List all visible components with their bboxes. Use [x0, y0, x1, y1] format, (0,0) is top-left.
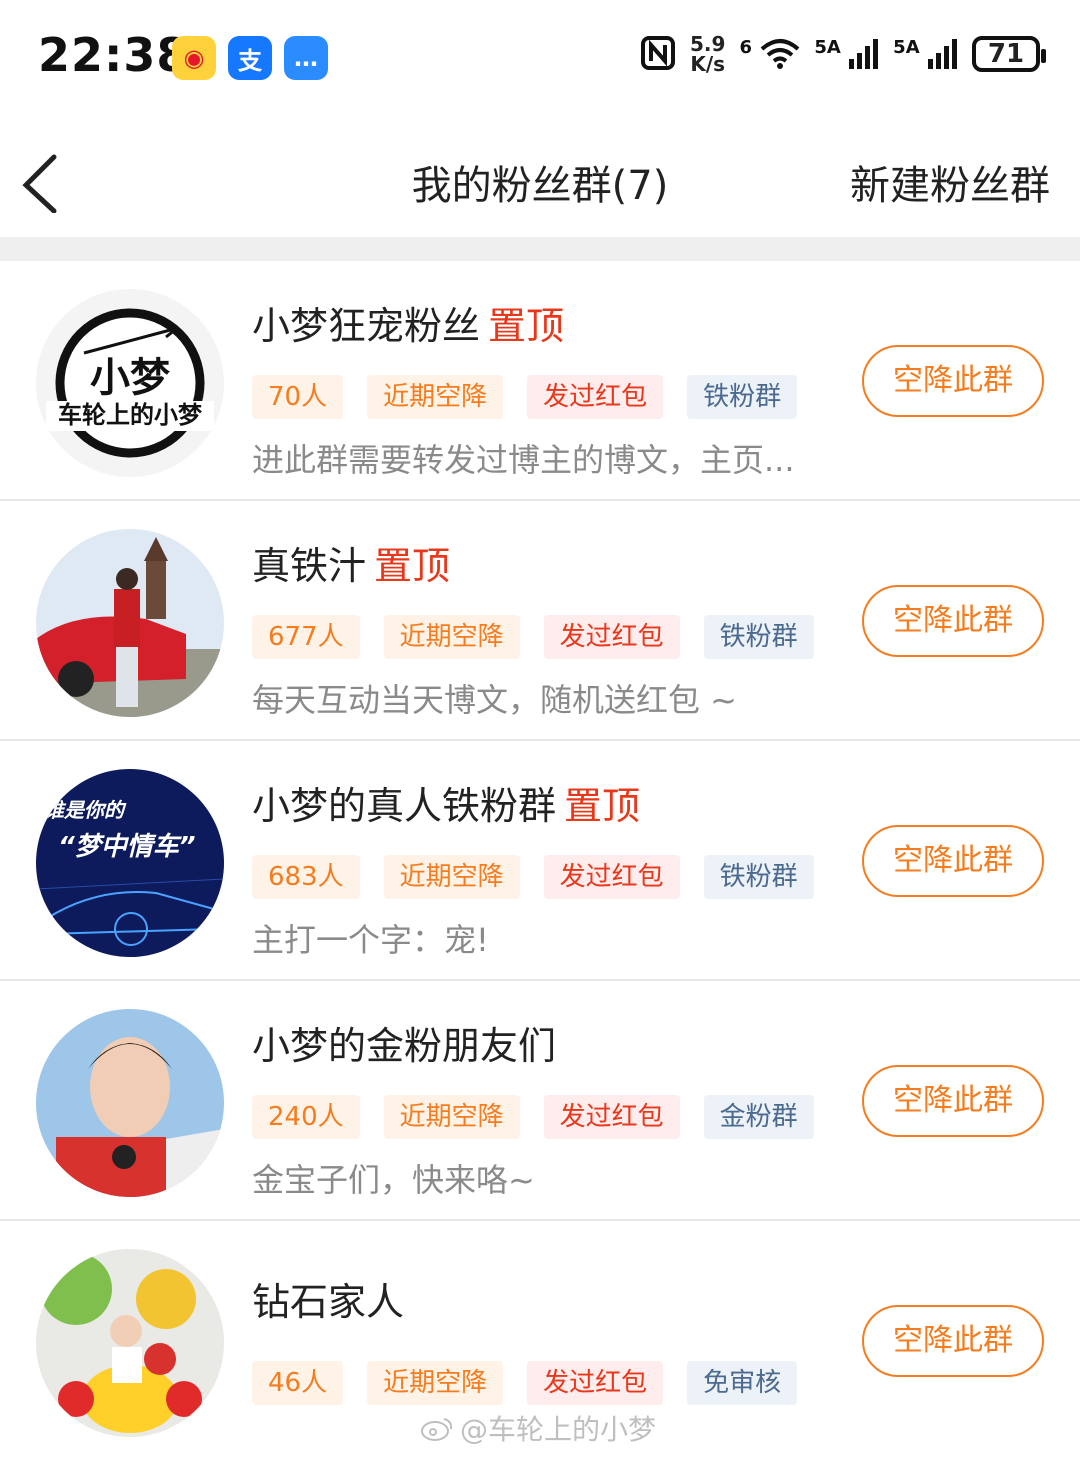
group-type-tag: 铁粉群 — [703, 615, 814, 659]
group-name: 小梦的金粉朋友们 — [252, 1024, 557, 1068]
group-row[interactable]: 小梦 车轮上的小梦 小梦狂宠粉丝 置顶 70人 近期空降 发过红包 铁粉群 进此群… — [0, 261, 1080, 501]
tag-list: 677人 近期空降 发过红包 铁粉群 — [252, 615, 814, 659]
watermark: @车轮上的小梦 — [420, 1408, 656, 1448]
avatar-text: “梦中情车” — [58, 832, 196, 862]
member-count-tag: 70人 — [252, 375, 344, 419]
tag-list: 70人 近期空降 发过红包 铁粉群 — [252, 375, 798, 419]
nfc-icon — [640, 35, 676, 74]
clock: 22:38 — [38, 28, 190, 82]
group-list: 小梦 车轮上的小梦 小梦狂宠粉丝 置顶 70人 近期空降 发过红包 铁粉群 进此群… — [0, 261, 1080, 1461]
group-description: 主打一个字：宠! — [252, 921, 489, 959]
recent-tag: 近期空降 — [367, 375, 504, 419]
group-avatar: 小梦 车轮上的小梦 — [36, 289, 224, 477]
group-name: 钻石家人 — [252, 1280, 405, 1324]
join-group-button[interactable]: 空降此群 — [862, 825, 1044, 897]
group-type-tag: 免审核 — [687, 1361, 798, 1405]
join-group-button[interactable]: 空降此群 — [862, 585, 1044, 657]
group-avatar: 谁是你的 “梦中情车” — [36, 769, 224, 957]
join-group-button[interactable]: 空降此群 — [862, 1305, 1044, 1377]
battery-icon: 71 — [972, 36, 1046, 72]
tag-list: 240人 近期空降 发过红包 金粉群 — [252, 1095, 814, 1139]
join-group-button[interactable]: 空降此群 — [862, 345, 1044, 417]
recent-tag: 近期空降 — [383, 1095, 520, 1139]
member-count-tag: 46人 — [252, 1361, 344, 1405]
weibo-logo-icon — [421, 1418, 453, 1441]
group-avatar — [36, 529, 224, 717]
avatar-text: 谁是你的 — [44, 798, 127, 822]
system-icons: 5.9 K/s 6 5A 5A 71 — [640, 32, 1046, 76]
red-packet-tag: 发过红包 — [543, 615, 680, 659]
group-type-tag: 金粉群 — [703, 1095, 814, 1139]
recent-tag: 近期空降 — [367, 1361, 504, 1405]
red-packet-tag: 发过红包 — [527, 375, 664, 419]
header: 我的粉丝群(7) 新建粉丝群 — [0, 115, 1080, 237]
section-divider — [0, 237, 1080, 261]
group-avatar — [36, 1249, 224, 1437]
alipay-icon: 支 — [228, 36, 272, 80]
recent-tag: 近期空降 — [383, 615, 520, 659]
signal-icon-1: 5A — [814, 37, 879, 72]
network-speed: 5.9 K/s — [690, 32, 726, 76]
new-group-button[interactable]: 新建粉丝群 — [850, 153, 1050, 211]
message-icon: … — [284, 36, 328, 80]
group-name: 小梦狂宠粉丝 置顶 — [252, 304, 565, 348]
group-avatar — [36, 1009, 224, 1197]
group-type-tag: 铁粉群 — [687, 375, 798, 419]
group-description: 金宝子们，快来咯~ — [252, 1161, 535, 1199]
red-packet-tag: 发过红包 — [527, 1361, 664, 1405]
group-description: 每天互动当天博文，随机送红包 ~ — [252, 681, 737, 719]
group-row[interactable]: 真铁汁 置顶 677人 近期空降 发过红包 铁粉群 每天互动当天博文，随机送红包 … — [0, 501, 1080, 741]
group-description: 进此群需要转发过博主的博文，主页... — [252, 441, 795, 479]
member-count-tag: 677人 — [252, 615, 360, 659]
avatar-caption: 车轮上的小梦 — [58, 401, 203, 429]
notification-icons: ◉ 支 … — [172, 36, 328, 80]
group-name: 真铁汁 置顶 — [252, 544, 451, 588]
tag-list: 46人 近期空降 发过红包 免审核 — [252, 1361, 798, 1405]
status-bar: 22:38 ◉ 支 … 5.9 K/s 6 5A 5A 71 — [0, 0, 1080, 115]
group-row[interactable]: 小梦的金粉朋友们 240人 近期空降 发过红包 金粉群 金宝子们，快来咯~ 空降… — [0, 981, 1080, 1221]
pinned-label: 置顶 — [488, 304, 565, 348]
tag-list: 683人 近期空降 发过红包 铁粉群 — [252, 855, 814, 899]
group-name: 小梦的真人铁粉群 置顶 — [252, 784, 641, 828]
avatar-text: 小梦 — [90, 355, 170, 401]
group-type-tag: 铁粉群 — [703, 855, 814, 899]
weibo-icon: ◉ — [172, 36, 216, 80]
recent-tag: 近期空降 — [383, 855, 520, 899]
member-count-tag: 240人 — [252, 1095, 360, 1139]
signal-icon-2: 5A — [893, 37, 958, 72]
pinned-label: 置顶 — [564, 784, 641, 828]
red-packet-tag: 发过红包 — [543, 855, 680, 899]
pinned-label: 置顶 — [374, 544, 451, 588]
wifi-icon: 6 — [739, 37, 800, 72]
join-group-button[interactable]: 空降此群 — [862, 1065, 1044, 1137]
red-packet-tag: 发过红包 — [543, 1095, 680, 1139]
member-count-tag: 683人 — [252, 855, 360, 899]
group-row[interactable]: 谁是你的 “梦中情车” 小梦的真人铁粉群 置顶 683人 近期空降 发过红包 铁粉… — [0, 741, 1080, 981]
